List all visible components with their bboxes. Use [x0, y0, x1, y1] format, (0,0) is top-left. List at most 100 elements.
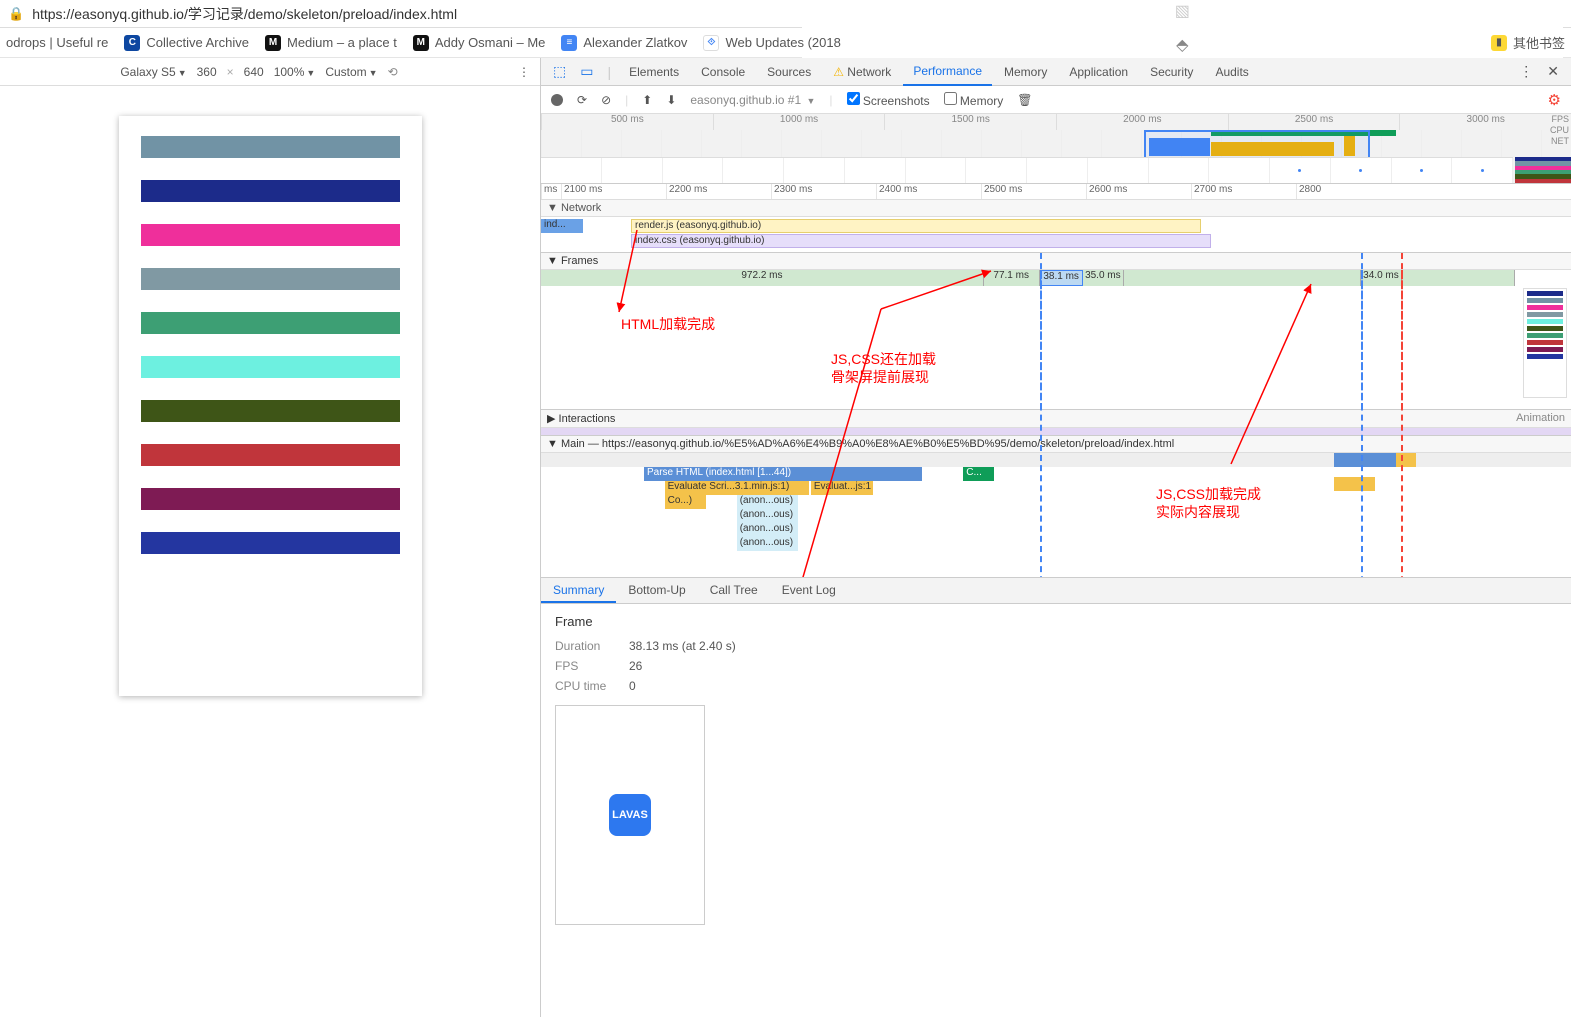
bookmark-addy[interactable]: MAddy Osmani – Me: [413, 35, 546, 51]
main-body: Parse HTML (index.html [1...44]) C... Ev…: [541, 453, 1571, 578]
tab-performance[interactable]: Performance: [903, 58, 992, 86]
skeleton-bar: [141, 356, 400, 378]
screenshots-checkbox[interactable]: Screenshots: [847, 92, 930, 108]
skeleton-bar: [141, 136, 400, 158]
tab-console[interactable]: Console: [691, 59, 755, 85]
sum-k-cpu: CPU time: [555, 679, 617, 693]
task-late-3[interactable]: [1396, 453, 1417, 467]
throttle-select[interactable]: Custom▼: [325, 65, 377, 79]
ov-tick: 1000 ms: [713, 114, 885, 130]
url-text[interactable]: https://easonyq.github.io/学习记录/demo/skel…: [32, 4, 793, 24]
task-composite[interactable]: C...: [963, 467, 994, 481]
memory-checkbox[interactable]: Memory: [944, 92, 1004, 108]
bookmark-medium[interactable]: MMedium – a place t: [265, 35, 397, 51]
task-anon[interactable]: (anon...ous): [737, 523, 799, 537]
tab-elements[interactable]: Elements: [619, 59, 689, 85]
bookmark-collective[interactable]: CCollective Archive: [124, 35, 249, 51]
net-req-indexcss[interactable]: index.css (easonyq.github.io): [631, 234, 1211, 248]
task-anon[interactable]: (anon...ous): [737, 537, 799, 551]
devtools-pane: ⬚ ▭ | Elements Console Sources Network P…: [541, 58, 1571, 1017]
overview-labels: FPSCPUNET: [1550, 114, 1569, 147]
rotate-icon[interactable]: ⟲: [388, 65, 398, 79]
device-mode-icon[interactable]: ▭: [574, 59, 599, 84]
settings-icon[interactable]: ⚙: [1548, 91, 1561, 109]
device-toolbar: Galaxy S5▼ 360 × 640 100%▼ Custom▼ ⟲ ⋮: [0, 58, 540, 86]
task-compile[interactable]: Co...): [665, 495, 706, 509]
device-height[interactable]: 640: [244, 65, 264, 79]
overview-filmstrip: [541, 157, 1513, 183]
btab-calltree[interactable]: Call Tree: [698, 578, 770, 603]
frame-seg[interactable]: 35.0 ms: [1083, 270, 1124, 286]
tab-sources[interactable]: Sources: [757, 59, 821, 85]
task-late-2[interactable]: [1334, 477, 1375, 491]
frame-seg[interactable]: 972.2 ms: [541, 270, 984, 286]
marker-line: [1401, 253, 1403, 578]
sum-k-duration: Duration: [555, 639, 617, 653]
devtools-menu-icon[interactable]: ⋮: [1513, 59, 1539, 84]
reload-icon[interactable]: ⟳: [577, 93, 587, 107]
btab-summary[interactable]: Summary: [541, 578, 616, 603]
task-evaluate-2[interactable]: Evaluat...js:1: [811, 481, 873, 495]
btab-bottomup[interactable]: Bottom-Up: [616, 578, 697, 603]
interactions-head[interactable]: ▶ InteractionsAnimation: [541, 410, 1571, 428]
ext-icon-4[interactable]: ▧: [1175, 1, 1190, 21]
tab-network[interactable]: Network: [823, 59, 901, 85]
summary-title: Frame: [555, 614, 1557, 629]
record-icon[interactable]: [551, 94, 563, 106]
task-evaluate-1[interactable]: Evaluate Scri...3.1.min.js:1): [665, 481, 809, 495]
lock-icon: 🔒: [8, 6, 24, 22]
tab-divider: |: [601, 60, 617, 84]
frame-seg[interactable]: [1402, 270, 1515, 286]
task-late-1[interactable]: [1334, 453, 1396, 467]
interactions-body: [541, 428, 1571, 436]
ov-tick: 2500 ms: [1228, 114, 1400, 130]
btab-eventlog[interactable]: Event Log: [770, 578, 848, 603]
frame-seg[interactable]: [1124, 270, 1361, 286]
tab-audits[interactable]: Audits: [1205, 59, 1258, 85]
sum-k-fps: FPS: [555, 659, 617, 673]
main-head[interactable]: ▼ Main — https://easonyq.github.io/%E5%A…: [541, 436, 1571, 453]
net-req-index[interactable]: ind...: [541, 219, 583, 233]
task-row: [541, 453, 1571, 467]
network-section-head[interactable]: ▼ Network: [541, 200, 1571, 217]
inspect-icon[interactable]: ⬚: [547, 59, 572, 84]
bookmark-zlatkov[interactable]: ≡Alexander Zlatkov: [561, 35, 687, 51]
flame-chart[interactable]: ms 2100 ms2200 ms2300 ms2400 ms2500 ms26…: [541, 184, 1571, 578]
gc-icon[interactable]: 🗑: [1017, 93, 1032, 107]
skeleton-bar: [141, 180, 400, 202]
network-rows: ind... render.js (easonyq.github.io) ind…: [541, 217, 1571, 253]
zoom-select[interactable]: 100%▼: [274, 65, 316, 79]
task-parse-html[interactable]: Parse HTML (index.html [1...44]): [644, 467, 922, 481]
divider: |: [829, 93, 832, 107]
tab-memory[interactable]: Memory: [994, 59, 1057, 85]
net-req-renderjs[interactable]: render.js (easonyq.github.io): [631, 219, 1201, 233]
ov-tick: 3000 ms: [1399, 114, 1571, 130]
clear-icon[interactable]: ⊘: [601, 93, 611, 107]
device-width[interactable]: 360: [197, 65, 217, 79]
tab-application[interactable]: Application: [1059, 59, 1138, 85]
bookmark-webupdates[interactable]: ⟐Web Updates (2018: [703, 35, 840, 51]
flame-ruler: ms 2100 ms2200 ms2300 ms2400 ms2500 ms26…: [541, 184, 1571, 200]
recording-select[interactable]: easonyq.github.io #1 ▼: [690, 93, 815, 107]
frames-section-head[interactable]: ▼ Frames: [541, 253, 1571, 270]
task-anon[interactable]: (anon...ous): [737, 495, 799, 509]
frame-seg-selected[interactable]: 38.1 ms: [1040, 270, 1083, 286]
skeleton-bar: [141, 488, 400, 510]
address-bar: 🔒 https://easonyq.github.io/学习记录/demo/sk…: [0, 0, 1571, 28]
divider: |: [625, 93, 628, 107]
save-icon[interactable]: ⬇: [666, 93, 676, 107]
task-anon[interactable]: (anon...ous): [737, 509, 799, 523]
device-select[interactable]: Galaxy S5▼: [120, 65, 186, 79]
device-menu-icon[interactable]: ⋮: [518, 65, 530, 79]
ext-icon-5[interactable]: ⬘: [1176, 35, 1188, 55]
frame-seg[interactable]: 34.0 ms: [1361, 270, 1402, 286]
frame-seg[interactable]: 77.1 ms: [984, 270, 1040, 286]
load-icon[interactable]: ⬆: [642, 93, 652, 107]
overview-timeline[interactable]: 500 ms 1000 ms 1500 ms 2000 ms 2500 ms 3…: [541, 114, 1571, 184]
skeleton-bar: [141, 224, 400, 246]
devtools-close-icon[interactable]: ✕: [1541, 59, 1565, 84]
bookmark-codrops[interactable]: odrops | Useful re: [6, 35, 108, 50]
bookmark-other-folder[interactable]: ▮其他书签: [1491, 33, 1565, 52]
tab-security[interactable]: Security: [1140, 59, 1203, 85]
lavas-logo: LAVAS: [609, 794, 651, 836]
